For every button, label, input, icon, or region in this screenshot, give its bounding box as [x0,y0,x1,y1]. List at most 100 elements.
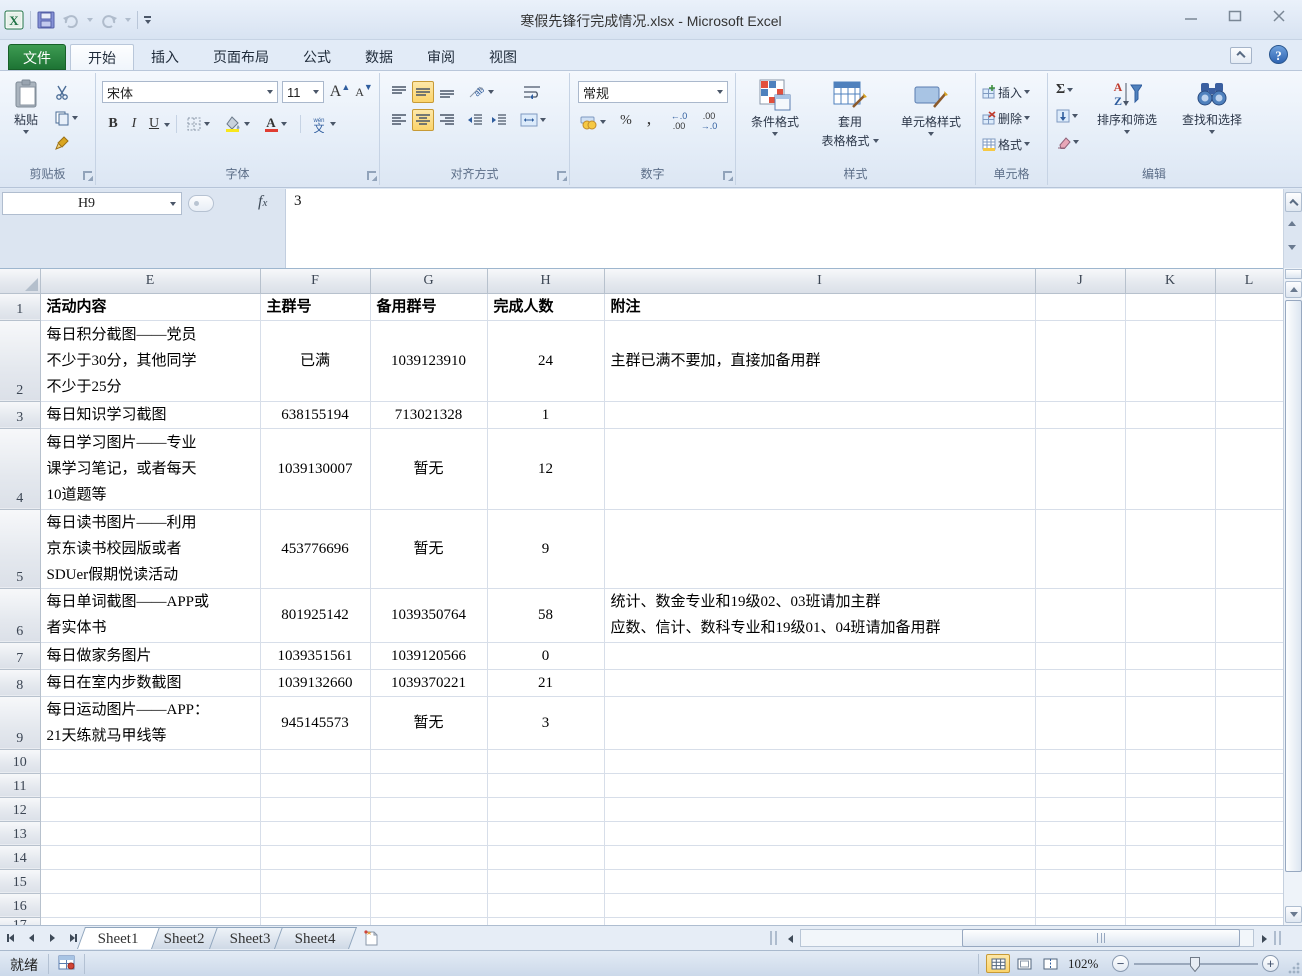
align-right-button[interactable] [436,109,458,131]
cell-J7[interactable] [1035,642,1125,669]
cell-H11[interactable] [487,773,604,797]
cell-K11[interactable] [1125,773,1215,797]
increase-decimal-button[interactable]: ←.0.00 [666,111,692,131]
vertical-scrollbar[interactable] [1283,268,1302,925]
cell-I15[interactable] [604,869,1035,893]
delete-cells-button[interactable]: 删除 [980,107,1032,129]
cell-E15[interactable] [40,869,260,893]
row-header-13[interactable]: 13 [0,821,40,845]
cell-L12[interactable] [1215,797,1283,821]
next-sheet-button[interactable] [44,929,61,947]
italic-button[interactable]: I [126,113,142,135]
row-header-6[interactable]: 6 [0,588,40,642]
cell-L5[interactable] [1215,509,1283,588]
zoom-slider-thumb[interactable] [1190,957,1200,972]
column-header-F[interactable]: F [260,269,370,293]
cell-J1[interactable] [1035,293,1125,320]
column-header-J[interactable]: J [1035,269,1125,293]
cell-J9[interactable] [1035,696,1125,749]
format-as-table-button[interactable]: 套用 表格格式 [814,79,886,149]
cell-I12[interactable] [604,797,1035,821]
cell-F17[interactable] [260,917,370,925]
tab-home[interactable]: 开始 [70,44,134,70]
sheet-tab-sheet1[interactable]: Sheet1 [77,927,160,949]
cell-I6[interactable]: 统计、数金专业和19级02、03班请加主群 应数、信计、数科专业和19级01、0… [604,588,1035,642]
cell-J11[interactable] [1035,773,1125,797]
font-size-combo[interactable]: 11 [282,81,324,103]
cell-I10[interactable] [604,749,1035,773]
decrease-decimal-button[interactable]: .00→.0 [696,111,722,131]
cell-G13[interactable] [370,821,487,845]
phonetic-guide-button[interactable]: wén文 [308,113,338,135]
number-dialog-launcher[interactable] [723,171,732,180]
fill-color-button[interactable] [222,113,252,135]
find-select-button[interactable]: 查找和选择 [1170,79,1254,134]
cell-K1[interactable] [1125,293,1215,320]
cell-H7[interactable]: 0 [487,642,604,669]
scroll-up-button[interactable] [1285,281,1302,298]
cell-styles-button[interactable]: 单元格样式 [890,79,972,136]
cell-K2[interactable] [1125,320,1215,401]
cell-L14[interactable] [1215,845,1283,869]
cell-J14[interactable] [1035,845,1125,869]
cell-I2[interactable]: 主群已满不要加，直接加备用群 [604,320,1035,401]
help-button[interactable]: ? [1269,45,1288,64]
cell-F5[interactable]: 453776696 [260,509,370,588]
cell-H13[interactable] [487,821,604,845]
cut-button[interactable] [52,81,72,103]
font-name-combo[interactable]: 宋体 [102,81,278,103]
cell-I8[interactable] [604,669,1035,696]
cell-J3[interactable] [1035,401,1125,428]
orientation-button[interactable]: ab [466,81,496,103]
formula-scroll-up[interactable] [1288,221,1296,226]
vertical-scroll-thumb[interactable] [1285,300,1302,872]
cell-G5[interactable]: 暂无 [370,509,487,588]
tab-view[interactable]: 视图 [472,44,534,70]
clipboard-dialog-launcher[interactable] [83,171,92,180]
tab-review[interactable]: 审阅 [410,44,472,70]
cell-I14[interactable] [604,845,1035,869]
cell-H10[interactable] [487,749,604,773]
cell-F4[interactable]: 1039130007 [260,428,370,509]
first-sheet-button[interactable] [2,929,19,947]
cell-L2[interactable] [1215,320,1283,401]
row-header-12[interactable]: 12 [0,797,40,821]
zoom-out-button[interactable]: − [1112,955,1129,972]
cell-I9[interactable] [604,696,1035,749]
cell-L17[interactable] [1215,917,1283,925]
cell-E7[interactable]: 每日做家务图片 [40,642,260,669]
autosum-button[interactable]: Σ [1054,79,1075,101]
cell-J12[interactable] [1035,797,1125,821]
percent-style-button[interactable]: % [616,111,636,131]
select-all-corner[interactable] [0,269,40,293]
cell-E11[interactable] [40,773,260,797]
macro-record-button[interactable] [58,955,76,971]
cell-L13[interactable] [1215,821,1283,845]
tab-scrollbar-splitter[interactable] [770,931,777,945]
cell-I17[interactable] [604,917,1035,925]
cell-J8[interactable] [1035,669,1125,696]
cell-K14[interactable] [1125,845,1215,869]
cell-K13[interactable] [1125,821,1215,845]
cell-H15[interactable] [487,869,604,893]
cell-I11[interactable] [604,773,1035,797]
cell-K12[interactable] [1125,797,1215,821]
decrease-indent-button[interactable] [464,109,486,131]
cell-F9[interactable]: 945145573 [260,696,370,749]
cell-F13[interactable] [260,821,370,845]
page-layout-view-button[interactable] [1012,954,1036,973]
row-header-17[interactable]: 17 [0,917,40,925]
font-dialog-launcher[interactable] [367,171,376,180]
zoom-level[interactable]: 102% [1068,956,1098,972]
cell-E8[interactable]: 每日在室内步数截图 [40,669,260,696]
row-header-1[interactable]: 1 [0,293,40,320]
cell-G4[interactable]: 暂无 [370,428,487,509]
borders-button[interactable] [184,113,212,135]
cell-G9[interactable]: 暂无 [370,696,487,749]
cell-H5[interactable]: 9 [487,509,604,588]
cell-G15[interactable] [370,869,487,893]
tab-formulas[interactable]: 公式 [286,44,348,70]
cell-K17[interactable] [1125,917,1215,925]
cell-E14[interactable] [40,845,260,869]
column-header-K[interactable]: K [1125,269,1215,293]
